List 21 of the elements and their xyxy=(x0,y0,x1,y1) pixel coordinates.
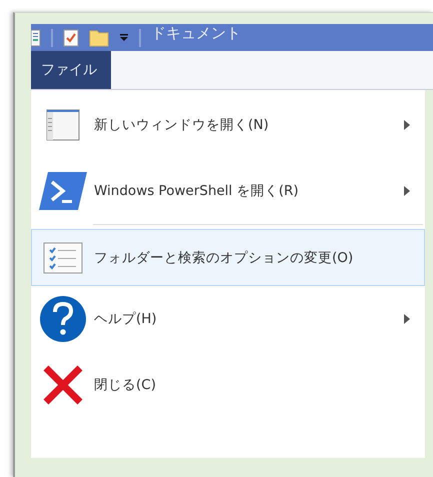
checklist-icon[interactable] xyxy=(63,28,79,46)
window-title: ドキュメント xyxy=(151,24,241,43)
menu-item-label: 新しいウィンドウを開く(N) xyxy=(94,116,270,134)
menu-item[interactable]: Windows PowerShell を開く(R) xyxy=(31,158,425,224)
file-tab[interactable]: ファイル xyxy=(31,51,111,89)
dropdown-icon[interactable] xyxy=(119,32,129,42)
folder-icon[interactable] xyxy=(89,28,109,46)
checklist-icon xyxy=(41,240,85,274)
menu-item[interactable]: フォルダーと検索のオプションの変更(O) xyxy=(31,229,425,286)
menu-item-label: ヘルプ(H) xyxy=(94,310,158,328)
menu-item[interactable]: ヘルプ(H) xyxy=(31,286,425,352)
document-icon[interactable] xyxy=(31,28,41,46)
window-icon xyxy=(46,108,80,142)
menu-item-label: フォルダーと検索のオプションの変更(O) xyxy=(94,248,354,266)
menu-item[interactable]: 閉じる(C) xyxy=(31,352,425,418)
help-icon xyxy=(39,295,87,343)
close-icon xyxy=(42,364,84,406)
menu-item-label: 閉じる(C) xyxy=(94,376,157,394)
terminal-icon xyxy=(38,171,88,211)
menu-item-label: Windows PowerShell を開く(R) xyxy=(94,182,300,200)
menu-item[interactable]: 新しいウィンドウを開く(N) xyxy=(31,92,425,158)
